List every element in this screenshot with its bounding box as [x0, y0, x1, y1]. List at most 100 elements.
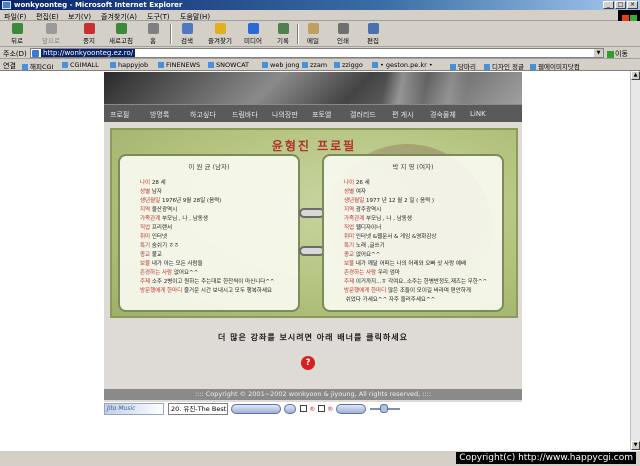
profile-row: 종교 불교: [140, 252, 162, 258]
profile-title: 윤형진 프로필: [271, 139, 357, 153]
nav-item[interactable]: 갤러리드: [350, 110, 376, 120]
nav-item[interactable]: 프로필: [110, 110, 129, 120]
profile-row: 주제 소주 2병이고 원하는 주는대로 한잔씩이 마신니다^^: [140, 279, 275, 285]
profile-row: 가족관계 부모님 , 나 , 남동생: [344, 216, 412, 222]
repeat-checkbox[interactable]: [300, 405, 307, 412]
profile-row: 지역 울산광역시: [140, 207, 178, 213]
profile-row: 보물 내가 아는 모든 사람들: [140, 261, 203, 267]
maximize-button[interactable]: □: [615, 1, 626, 9]
nav-item[interactable]: 드림바다: [232, 110, 258, 120]
nav-item[interactable]: 편 게시: [392, 110, 414, 120]
go-button[interactable]: 이동: [607, 49, 628, 59]
link-page-icon: [334, 62, 340, 68]
history-button[interactable]: 기록: [266, 23, 300, 45]
link-item[interactable]: CGIMALL: [62, 61, 99, 69]
refresh-icon: [115, 23, 127, 34]
song-select[interactable]: 20. 유진-The Best: [168, 403, 228, 415]
favorites-star-icon: [214, 23, 226, 34]
address-input[interactable]: http://wonkyoonteg.ez.ro/ ▼: [30, 48, 604, 58]
go-arrow-icon: [607, 50, 614, 58]
stop-button-player[interactable]: [284, 404, 296, 414]
link-item[interactable]: FINENEWS: [158, 61, 200, 69]
nav-item[interactable]: 포토앨: [312, 110, 331, 120]
link-item[interactable]: 당마리: [450, 61, 476, 71]
forward-button[interactable]: 앞으로: [34, 23, 68, 45]
link-item[interactable]: web jong: [262, 61, 300, 69]
home-icon: [147, 23, 159, 34]
vertical-scrollbar[interactable]: ▲ ▼: [630, 71, 640, 450]
nav-item[interactable]: 나의장판: [272, 110, 298, 120]
home-button[interactable]: 홈: [136, 23, 170, 45]
banner-notice: 더 많은 강좌를 보시려면 아래 배너를 클릭하세요: [218, 333, 408, 342]
profile-card-left: 이 원 균 (남자) 나이 28 세 성별 남자 생년월일 1976년 9월 2…: [118, 154, 300, 312]
stop-button[interactable]: 중지: [72, 23, 106, 45]
media-icon: [247, 23, 259, 34]
link-item[interactable]: zzam: [302, 61, 327, 69]
forward-arrow-icon: [45, 23, 57, 34]
links-label: 연결: [3, 62, 16, 70]
help-banner-button[interactable]: ?: [301, 356, 315, 370]
media-button[interactable]: 미디어: [236, 23, 270, 45]
play-button[interactable]: [231, 404, 281, 414]
links-bar: 연결 해피CGI CGIMALL happyjob FINENEWS SNOWC…: [0, 59, 640, 71]
profile-row: 특기 숨쉬기 ㅎㅎ: [140, 243, 179, 249]
scroll-up-icon[interactable]: ▲: [631, 71, 640, 80]
edit-icon: [367, 23, 379, 34]
profile-row: 성별 남자: [140, 189, 162, 195]
profile-row: 존경하는 사람 우리 엄마: [344, 270, 400, 276]
nav-item[interactable]: 하고싶다: [190, 110, 216, 120]
profile-row: 쉬었다 가세요^^ 자주 들러주세요^^: [345, 297, 436, 303]
address-bar: 주소(D) http://wonkyoonteg.ez.ro/ ▼ 이동: [0, 47, 640, 59]
profile-row: 취미 인터넷: [140, 234, 168, 240]
printer-icon: [337, 23, 349, 34]
mail-icon: [307, 23, 319, 34]
title-bar: wonkyoonteg - Microsoft Internet Explore…: [0, 0, 640, 10]
nav-item[interactable]: LiNK: [470, 110, 486, 118]
link-page-icon: [208, 62, 214, 68]
print-button[interactable]: 인쇄: [326, 23, 360, 45]
edit-button[interactable]: 편집: [356, 23, 390, 45]
minimize-button[interactable]: _: [603, 1, 614, 9]
link-page-icon: [450, 64, 456, 70]
profile-row: 생년월일 1977 년 12 월 2 일 ( 음력 ): [344, 198, 435, 204]
search-icon: [181, 23, 193, 34]
link-page-icon: [158, 62, 164, 68]
link-item[interactable]: 해피CGI: [22, 61, 53, 71]
music-player: Jito Music 20. 유진-The Best ® ®: [104, 403, 404, 415]
profile-row: 취미 인터넷 &웹문서 & 게임 &영화감상: [344, 234, 437, 240]
link-page-icon: [110, 62, 116, 68]
link-item[interactable]: 웹에이미지닷컴: [530, 61, 580, 71]
nav-item[interactable]: 경숙물체: [430, 110, 456, 120]
profile-row: 가족관계 부모님 , 나 , 남동생: [140, 216, 208, 222]
search-button[interactable]: 검색: [170, 23, 204, 45]
nav-item[interactable]: 방명록: [150, 110, 169, 120]
refresh-button[interactable]: 새로고침: [104, 23, 138, 45]
volume-button[interactable]: [336, 404, 366, 414]
random-icon: ®: [327, 405, 334, 413]
profile-row: 보물 내가 깨달 어떠는 나의 어레와 오빠 삿 사랑 예배: [344, 261, 467, 267]
link-item[interactable]: zziggo: [334, 61, 363, 69]
address-url[interactable]: http://wonkyoonteg.ez.ro/: [41, 49, 136, 57]
address-label: 주소(D): [3, 50, 27, 58]
profile-row: 생년월일 1976년 9월 28일 (음력): [140, 198, 222, 204]
mail-button[interactable]: 메일: [296, 23, 330, 45]
address-dropdown-icon[interactable]: ▼: [594, 49, 603, 57]
favorites-button[interactable]: 즐겨찾기: [203, 23, 237, 45]
page-icon: [32, 50, 39, 57]
link-item[interactable]: 디자인 정글: [484, 61, 524, 71]
link-item[interactable]: happyjob: [110, 61, 148, 69]
profile-row: 나이 26 세: [344, 180, 370, 186]
back-button[interactable]: 뒤로: [0, 23, 34, 45]
link-item[interactable]: SNOWCAT: [208, 61, 249, 69]
profile-card-right: 박 지 영 (여자) 나이 26 세 성별 여자 생년월일 1977 년 12 …: [322, 154, 504, 312]
link-page-icon: [302, 62, 308, 68]
link-page-icon: [484, 64, 490, 70]
random-checkbox[interactable]: [318, 405, 325, 412]
scroll-down-icon[interactable]: ▼: [631, 441, 640, 450]
link-item[interactable]: • geston.pe.kr •: [372, 61, 433, 69]
volume-knob[interactable]: [380, 404, 388, 413]
copyright-footer: :::: Copyright © 2001~2002 wonkyoon & ji…: [104, 389, 522, 400]
close-button[interactable]: ×: [627, 1, 638, 9]
profile-row: 특기 노래 ,글쓰기: [344, 243, 385, 249]
player-logo: Jito Music: [104, 403, 164, 415]
